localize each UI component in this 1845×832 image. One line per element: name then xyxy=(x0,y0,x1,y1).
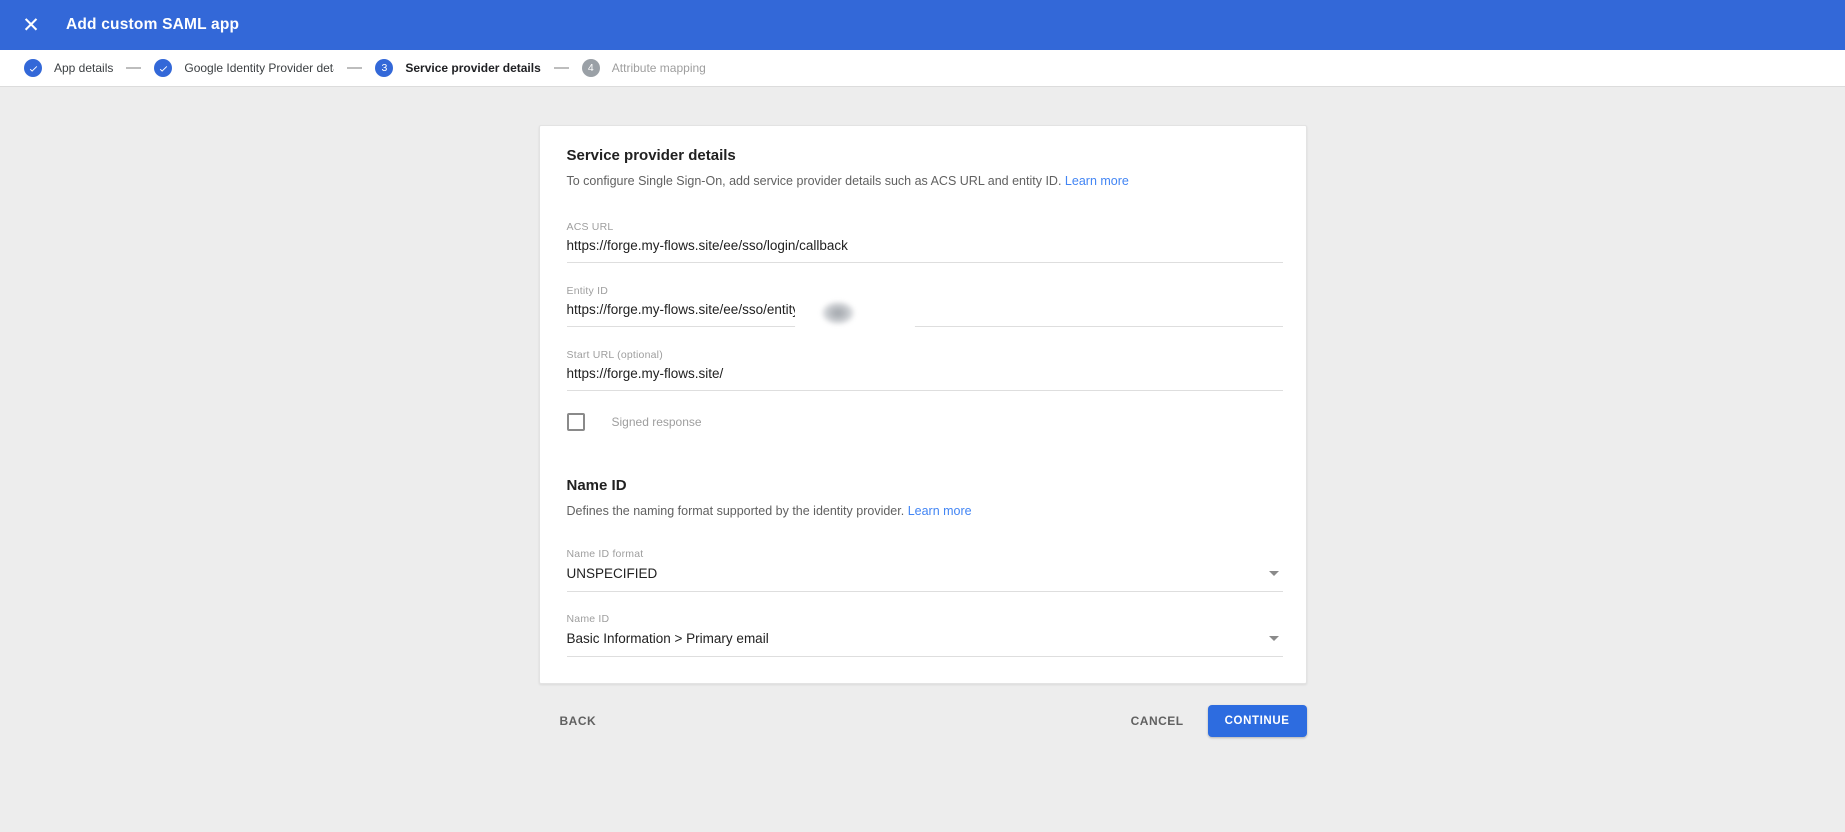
chevron-down-icon xyxy=(1268,636,1279,641)
signed-response-checkbox[interactable] xyxy=(566,412,585,431)
section-title-name-id: Name ID xyxy=(566,476,627,494)
step-label: Google Identity Provider details xyxy=(184,61,334,75)
footer-actions: BACK CANCEL CONTINUE xyxy=(539,705,1307,737)
back-button[interactable]: BACK xyxy=(550,706,607,736)
entity-id-field[interactable]: Entity ID https://forge.my-flows.site/ee… xyxy=(566,284,1283,329)
section-title-service-provider: Service provider details xyxy=(566,147,736,164)
close-icon[interactable]: ✕ xyxy=(18,12,44,38)
acs-url-label: ACS URL xyxy=(566,220,614,233)
step-google-idp-details[interactable]: Google Identity Provider details xyxy=(154,59,334,77)
step-connector xyxy=(126,67,142,69)
page-content: Service provider details To configure Si… xyxy=(0,87,1845,737)
stepper: App details Google Identity Provider det… xyxy=(0,50,1845,87)
signed-response-row: Signed response xyxy=(566,412,1283,431)
step-label: Service provider details xyxy=(405,61,541,75)
step-label: App details xyxy=(54,61,114,75)
name-id-format-label: Name ID format xyxy=(566,548,644,560)
step-service-provider-details[interactable]: 3 Service provider details xyxy=(375,59,541,77)
name-id-label: Name ID xyxy=(566,613,610,625)
chevron-down-icon xyxy=(1268,571,1279,576)
name-id-format-value: UNSPECIFIED xyxy=(566,566,658,581)
name-id-description: Defines the naming format supported by t… xyxy=(567,503,1283,521)
continue-button[interactable]: CONTINUE xyxy=(1207,705,1307,737)
step-label: Attribute mapping xyxy=(611,61,706,75)
start-url-label: Start URL (optional) xyxy=(566,348,663,361)
dialog-header: ✕ Add custom SAML app xyxy=(0,0,1845,50)
redacted-blob xyxy=(820,301,855,325)
name-id-value: Basic Information > Primary email xyxy=(566,631,769,646)
acs-url-value[interactable]: https://forge.my-flows.site/ee/sso/login… xyxy=(567,238,1283,253)
step-completed-check-icon xyxy=(154,59,173,77)
step-connector xyxy=(347,67,363,69)
start-url-field[interactable]: Start URL (optional) https://forge.my-fl… xyxy=(566,348,1283,391)
cancel-button[interactable]: CANCEL xyxy=(1121,706,1194,736)
description-text: To configure Single Sign-On, add service… xyxy=(566,174,1062,188)
start-url-value[interactable]: https://forge.my-flows.site/ xyxy=(567,366,1283,381)
signed-response-label: Signed response xyxy=(611,414,702,429)
description-text: Defines the naming format supported by t… xyxy=(566,503,905,518)
step-number-badge: 3 xyxy=(375,59,394,77)
learn-more-link[interactable]: Learn more xyxy=(908,504,972,518)
step-completed-check-icon xyxy=(24,59,42,77)
service-provider-card: Service provider details To configure Si… xyxy=(538,125,1307,684)
step-attribute-mapping: 4 Attribute mapping xyxy=(581,59,706,77)
entity-id-value[interactable]: https://forge.my-flows.site/ee/sso/entit… xyxy=(567,302,1283,317)
step-number-badge: 4 xyxy=(581,59,600,77)
section-description: To configure Single Sign-On, add service… xyxy=(567,173,1283,191)
entity-id-label: Entity ID xyxy=(566,284,608,297)
learn-more-link[interactable]: Learn more xyxy=(1065,174,1129,188)
redacted-blur xyxy=(794,297,915,329)
dialog-title: Add custom SAML app xyxy=(66,16,240,33)
name-id-format-dropdown[interactable]: Name ID format UNSPECIFIED xyxy=(566,548,1283,592)
name-id-dropdown[interactable]: Name ID Basic Information > Primary emai… xyxy=(566,613,1283,657)
step-app-details[interactable]: App details xyxy=(24,59,113,77)
step-connector xyxy=(553,67,569,69)
acs-url-field[interactable]: ACS URL https://forge.my-flows.site/ee/s… xyxy=(566,220,1283,263)
